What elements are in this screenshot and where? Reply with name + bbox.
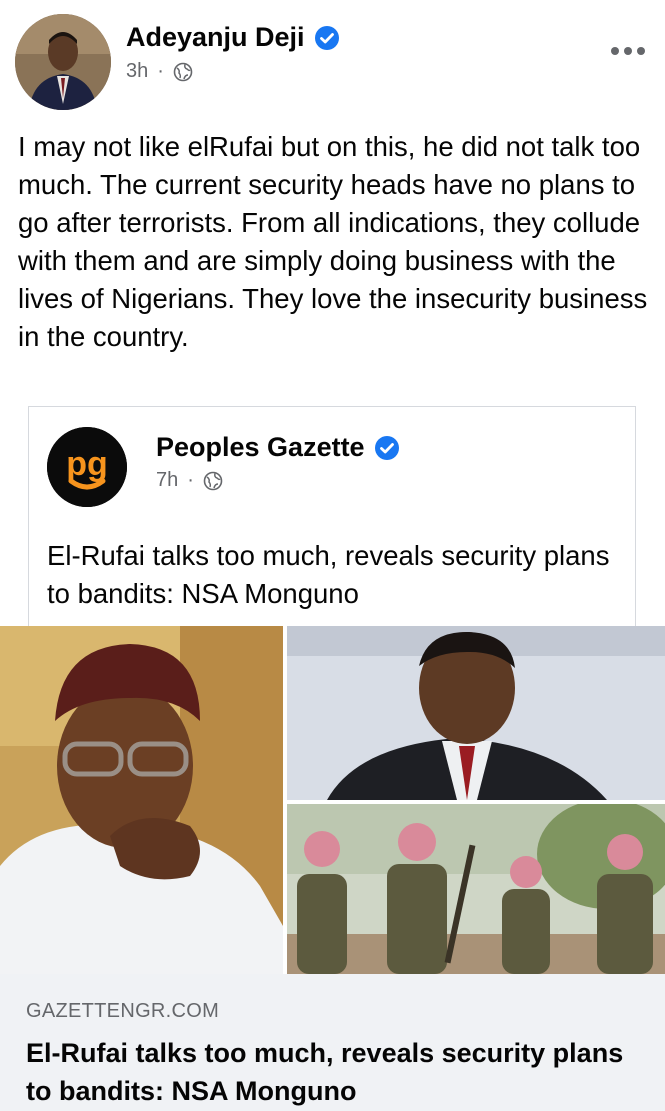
meta-separator: · (157, 60, 164, 82)
post-body-text: I may not like elRufai but on this, he d… (18, 131, 648, 352)
photo-official-portrait (287, 626, 665, 800)
shared-author-text[interactable]: Peoples Gazette (156, 432, 365, 463)
globe-icon[interactable] (203, 471, 223, 491)
shared-post-card[interactable]: pg Peoples Gazette 7h · El-Rufai talks t… (28, 406, 636, 628)
photo-armed-group (287, 804, 665, 974)
link-preview[interactable]: GAZETTENGR.COM El-Rufai talks too much, … (0, 974, 665, 1111)
more-dot (611, 47, 619, 55)
more-dot (637, 47, 645, 55)
post-meta: 3h · (126, 60, 193, 83)
photo-official-portrait-image (287, 626, 665, 800)
link-domain: GAZETTENGR.COM (26, 1000, 220, 1022)
link-title[interactable]: El-Rufai talks too much, reveals securit… (26, 1034, 626, 1110)
author-name[interactable]: Adeyanju Deji (126, 22, 340, 53)
meta-separator: · (187, 469, 194, 491)
verified-badge-icon (374, 435, 399, 460)
post-timestamp[interactable]: 3h (126, 60, 148, 83)
photo-man-thinking-image (0, 626, 283, 974)
more-options-icon[interactable] (611, 44, 645, 58)
avatar-image (15, 14, 111, 110)
link-image-collage[interactable] (0, 626, 665, 974)
pg-logo-icon: pg (47, 427, 127, 507)
shared-author-name[interactable]: Peoples Gazette (156, 432, 400, 463)
peoples-gazette-logo[interactable]: pg (47, 427, 127, 507)
post-header: Adeyanju Deji 3h · (0, 0, 665, 118)
shared-post-timestamp[interactable]: 7h (156, 469, 178, 492)
photo-armed-group-image (287, 804, 665, 974)
photo-man-thinking (0, 626, 283, 974)
more-dot (624, 47, 632, 55)
verified-badge-icon (314, 25, 339, 50)
author-avatar[interactable] (15, 14, 111, 110)
globe-icon[interactable] (173, 62, 193, 82)
shared-post-meta: 7h · (156, 469, 223, 492)
pg-logo-text: pg (66, 445, 108, 483)
shared-post-text: El-Rufai talks too much, reveals securit… (47, 540, 610, 609)
author-name-text[interactable]: Adeyanju Deji (126, 22, 305, 53)
